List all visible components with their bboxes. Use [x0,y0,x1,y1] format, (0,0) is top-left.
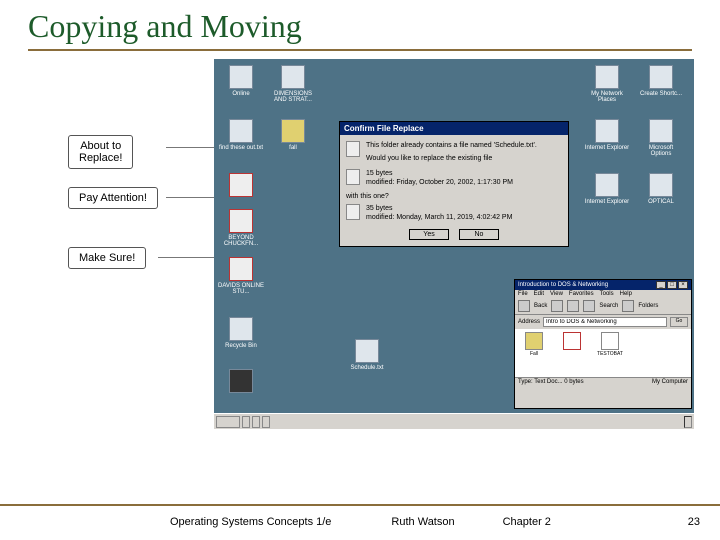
menu-favorites[interactable]: Favorites [569,291,594,297]
callout-text: Pay Attention! [79,192,147,204]
slide-title: Copying and Moving [28,8,692,45]
desktop-icon[interactable]: BEYOND CHUCKFN... [218,209,264,247]
title-divider [28,49,692,51]
desktop-icon[interactable]: Create Shortc... [638,65,684,97]
folder-content: Fall TESTOBAT [515,329,691,377]
callout-text: About to Replace! [79,140,122,164]
taskbar-button[interactable] [262,416,270,428]
confirm-replace-dialog: Confirm File Replace This folder already… [339,121,569,247]
recycle-bin-icon[interactable]: Recycle Bin [218,317,264,349]
taskbar [214,413,694,429]
desktop-icon[interactable]: DIMENSIONS AND STRAT... [270,65,316,103]
toolbar: Back Search Folders [515,298,691,315]
maximize-button[interactable]: □ [667,281,677,289]
folder-item[interactable] [556,332,588,374]
window-title: Introduction to DOS & Networking [518,282,608,288]
file-icon [346,204,360,220]
forward-button[interactable] [551,300,563,312]
footer-chapter: Chapter 2 [503,516,551,528]
slide-footer: Operating Systems Concepts 1/e Ruth Wats… [0,504,720,528]
address-input[interactable] [543,317,667,327]
desktop-icon[interactable]: Internet Explorer [584,119,630,151]
status-text: Type: Text Doc... 0 bytes [518,379,584,385]
explorer-window: Introduction to DOS & Networking _ □ × F… [514,279,692,409]
window-titlebar: Introduction to DOS & Networking _ □ × [515,280,691,290]
search-label: Search [599,303,618,309]
menu-edit[interactable]: Edit [534,291,544,297]
status-location: My Computer [652,379,688,385]
desktop-screenshot: Online find these out.txt BEYOND CHUCKFN… [214,59,694,429]
address-bar: Address Go [515,315,691,329]
desktop-icon[interactable]: OPTICAL [638,173,684,205]
search-button[interactable] [583,300,595,312]
folders-button[interactable] [622,300,634,312]
desktop-icon[interactable]: DAVIDS ONLINE STU... [218,257,264,295]
desktop-icon[interactable]: My Network Places [584,65,630,103]
status-bar: Type: Text Doc... 0 bytes My Computer [515,377,691,386]
minimize-button[interactable]: _ [656,281,666,289]
go-button[interactable]: Go [670,317,688,327]
menu-tools[interactable]: Tools [600,291,614,297]
start-button[interactable] [216,416,240,428]
desktop-icon[interactable]: Internet Explorer [584,173,630,205]
desktop-icon[interactable]: find these out.txt [218,119,264,151]
system-tray[interactable] [684,416,692,428]
yes-button[interactable]: Yes [409,229,449,240]
folder-item[interactable]: TESTOBAT [594,332,626,374]
callout-text: Make Sure! [79,252,135,264]
up-button[interactable] [567,300,579,312]
menu-bar: File Edit View Favorites Tools Help [515,290,691,298]
desktop-icon[interactable]: Online [218,65,264,97]
dialog-file-date: modified: Friday, October 20, 2002, 1:17… [366,178,562,187]
dialog-file-size: 35 bytes [366,204,562,213]
dialog-text: This folder already contains a file name… [366,141,562,150]
content-area: About to Replace! Pay Attention! Make Su… [28,59,692,439]
dialog-title: Confirm File Replace [340,122,568,135]
desktop-icon[interactable]: fall [270,119,316,151]
footer-author: Ruth Watson [391,516,454,528]
taskbar-button[interactable] [242,416,250,428]
callout-attention: Pay Attention! [68,187,158,209]
address-label: Address [518,319,540,325]
callout-replace: About to Replace! [68,135,133,169]
folders-label: Folders [638,303,658,309]
desktop-icon[interactable] [218,173,264,199]
back-label: Back [534,303,547,309]
callout-makesure: Make Sure! [68,247,146,269]
menu-view[interactable]: View [550,291,563,297]
desktop-icon[interactable] [218,369,264,395]
dialog-file-date: modified: Monday, March 11, 2019, 4:02:4… [366,213,562,222]
dialog-file-size: 15 bytes [366,169,562,178]
desktop-icon[interactable]: Microsoft Options [638,119,684,157]
taskbar-button[interactable] [252,416,260,428]
back-button[interactable] [518,300,530,312]
warning-icon [346,141,360,157]
file-icon [346,169,360,185]
no-button[interactable]: No [459,229,499,240]
desktop-icon[interactable]: Schedule.txt [344,339,390,371]
dialog-text: with this one? [346,193,562,200]
footer-book: Operating Systems Concepts 1/e [170,516,331,528]
menu-help[interactable]: Help [620,291,632,297]
menu-file[interactable]: File [518,291,528,297]
close-button[interactable]: × [678,281,688,289]
dialog-text: Would you like to replace the existing f… [366,154,562,163]
page-number: 23 [688,516,700,528]
folder-item[interactable]: Fall [518,332,550,374]
